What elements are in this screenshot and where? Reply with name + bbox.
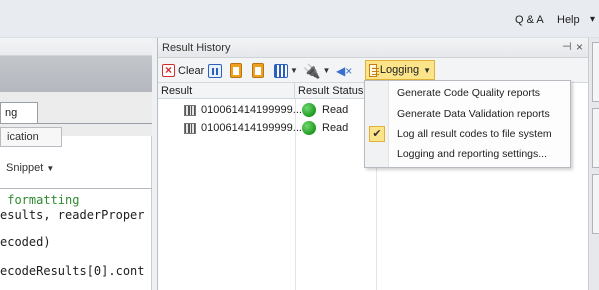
chevron-down-icon: ▼	[423, 65, 431, 75]
snippet-dropdown[interactable]: Snippet ▼	[6, 162, 54, 174]
pause-button[interactable]	[208, 62, 222, 79]
chevron-down-icon: ▼	[290, 66, 298, 75]
antenna-icon: 🔌	[303, 62, 321, 79]
left-pane-header	[0, 38, 152, 56]
menu-item-code-quality[interactable]: Generate Code Quality reports	[365, 83, 570, 103]
logging-icon	[369, 63, 379, 77]
menu-item-settings[interactable]: Logging and reporting settings...	[365, 144, 570, 164]
dock-tab[interactable]	[592, 108, 599, 168]
top-menu-bar: Q & A Help ▾	[0, 0, 599, 38]
copy-all-button[interactable]	[252, 62, 264, 79]
copy-all-icon	[252, 63, 264, 78]
menu-item-label: Generate Data Validation reports	[397, 108, 550, 120]
clear-label: Clear	[178, 64, 205, 77]
tab-active[interactable]: ng	[0, 102, 38, 124]
pin-icon[interactable]: ⊣	[562, 40, 572, 53]
snippet-divider	[0, 188, 152, 189]
left-editor-pane: ng ication Snippet ▼ formatting esults, …	[0, 38, 152, 290]
clear-button[interactable]: × Clear	[162, 62, 204, 79]
table-row[interactable]: 010061414199999... Read	[158, 120, 376, 137]
right-dock-strip	[588, 38, 599, 290]
columns-button[interactable]: ▼	[274, 62, 298, 79]
logging-button[interactable]: Logging ▼	[365, 60, 435, 80]
dock-tab[interactable]	[592, 174, 599, 234]
menu-item-label: Logging and reporting settings...	[397, 148, 548, 160]
snippet-label: Snippet	[6, 162, 44, 174]
speaker-mute-icon: ◀×	[336, 63, 353, 78]
copy-button[interactable]	[230, 62, 242, 79]
result-status: Read	[322, 104, 349, 116]
panel-title: Result History	[162, 42, 231, 54]
column-header-result[interactable]: Result	[158, 83, 295, 99]
result-code: 010061414199999...	[201, 104, 302, 116]
result-history-titlebar: Result History ⊣ ×	[158, 38, 589, 58]
status-dot-icon	[302, 103, 316, 117]
code-line-3[interactable]: ecoded)	[0, 235, 51, 249]
code-line-1[interactable]: formatting	[0, 193, 79, 207]
status-dot-icon	[302, 121, 316, 135]
tab-application[interactable]: ication	[0, 127, 62, 147]
menu-item-log-to-file[interactable]: ✔ Log all result codes to file system	[365, 124, 570, 144]
close-icon[interactable]: ×	[576, 40, 583, 54]
chevron-down-icon: ▼	[46, 164, 55, 173]
check-icon: ✔	[369, 126, 385, 142]
code-line-4[interactable]: ecodeResults[0].cont	[0, 264, 145, 278]
dock-tab[interactable]	[592, 42, 599, 102]
columns-icon	[274, 63, 288, 78]
menu-qa[interactable]: Q & A	[515, 14, 544, 26]
chevron-down-icon: ▼	[322, 66, 331, 75]
pause-icon	[208, 63, 222, 78]
menu-item-data-validation[interactable]: Generate Data Validation reports	[365, 104, 570, 124]
mute-button[interactable]: ◀×	[336, 62, 352, 79]
barcode-icon	[184, 123, 196, 134]
result-code: 010061414199999...	[201, 122, 302, 134]
barcode-icon	[184, 105, 196, 116]
table-row[interactable]: 010061414199999... Read	[158, 102, 376, 119]
clear-x-icon: ×	[162, 64, 175, 77]
menu-overflow-icon[interactable]: ▾	[590, 14, 595, 25]
logging-menu: Generate Code Quality reports Generate D…	[364, 80, 571, 168]
left-pane-titlebar	[0, 56, 152, 92]
copy-icon	[230, 63, 242, 78]
antenna-button[interactable]: 🔌 ▼	[303, 62, 330, 79]
tab-divider	[0, 123, 152, 124]
menu-help[interactable]: Help	[557, 14, 580, 26]
menu-item-label: Generate Code Quality reports	[397, 87, 540, 99]
result-status: Read	[322, 122, 349, 134]
code-line-2[interactable]: esults, readerProper	[0, 208, 145, 222]
menu-item-label: Log all result codes to file system	[397, 128, 552, 140]
logging-label: Logging	[379, 64, 420, 76]
